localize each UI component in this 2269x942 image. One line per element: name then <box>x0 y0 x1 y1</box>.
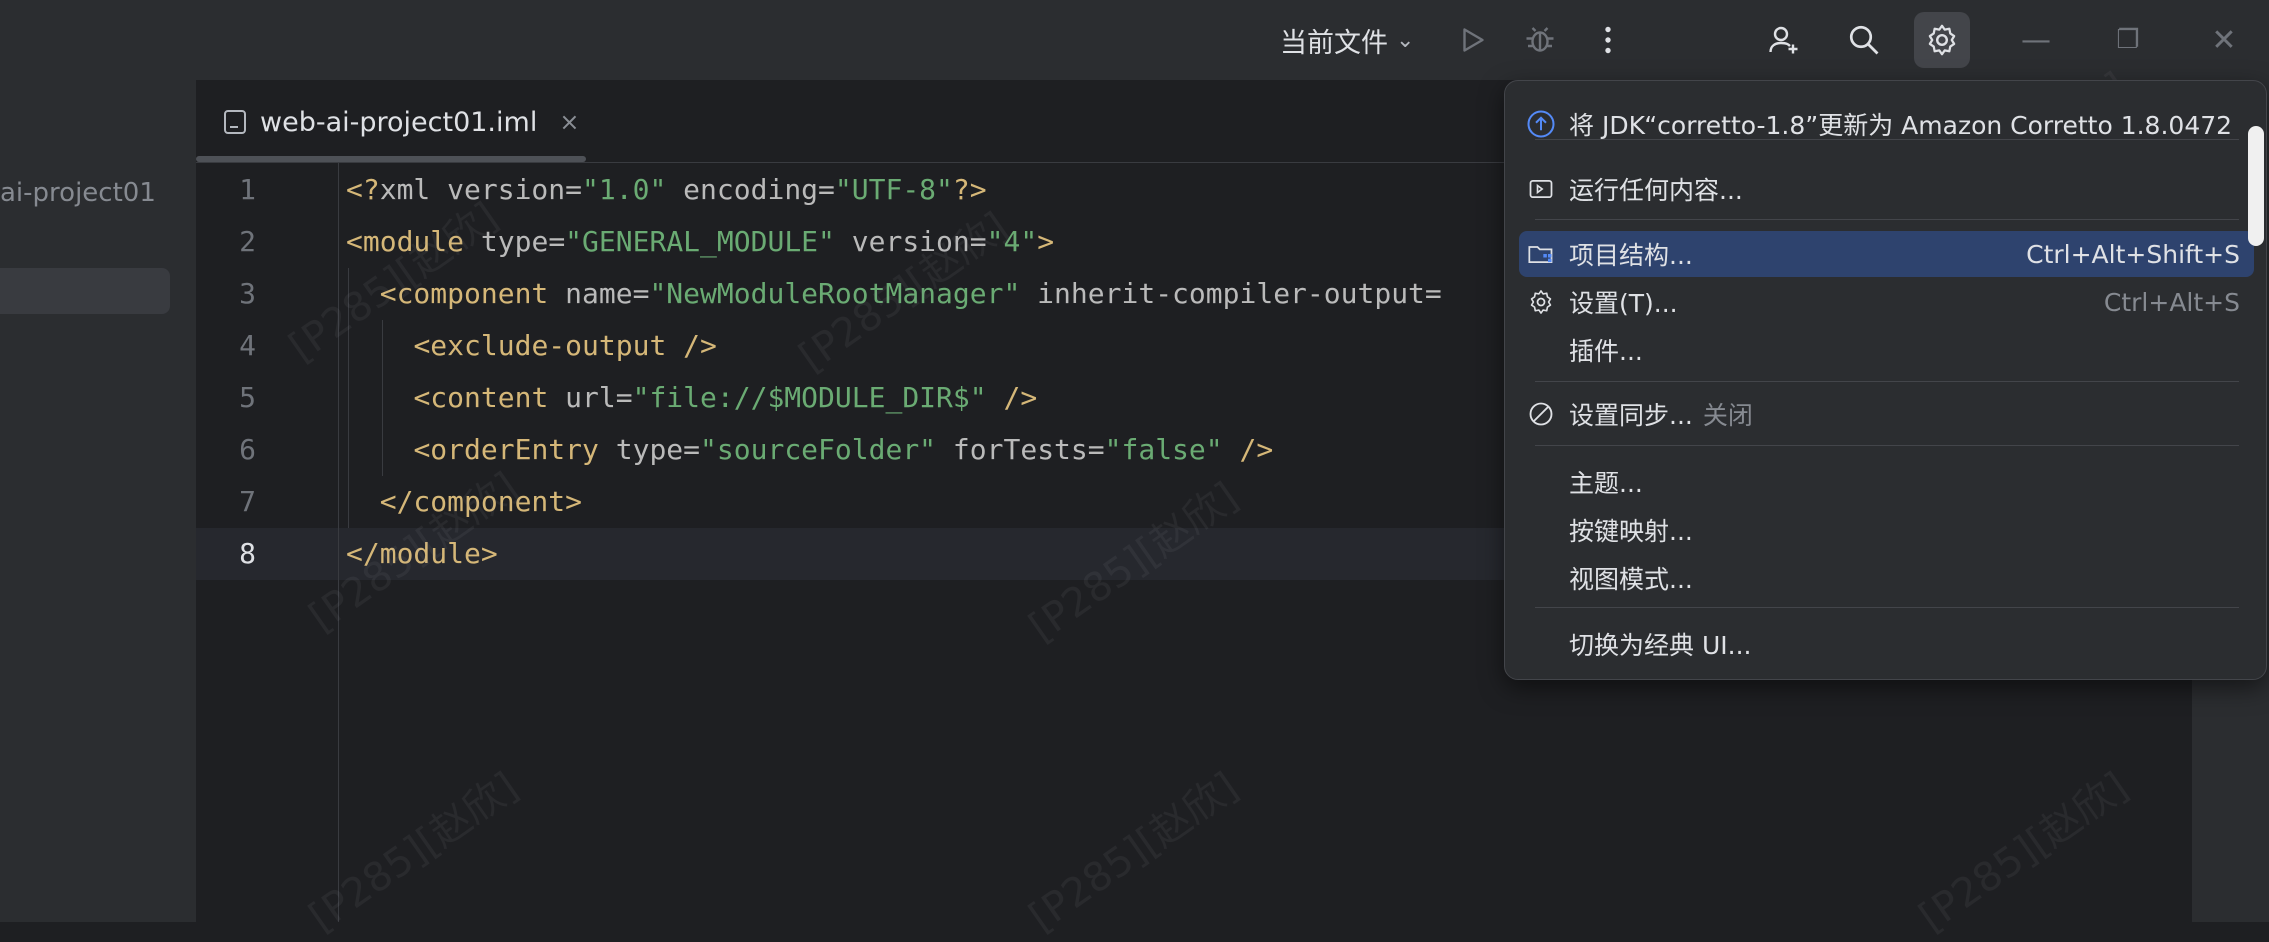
editor-tab[interactable]: web-ai-project01.iml × <box>224 102 579 142</box>
line-number: 1 <box>239 173 256 206</box>
run-anything-icon <box>1521 166 1561 212</box>
tab-close-icon[interactable]: × <box>559 108 579 136</box>
restore-button[interactable]: ❐ <box>2098 14 2158 66</box>
file-icon <box>224 110 246 134</box>
close-button[interactable]: ✕ <box>2194 14 2254 66</box>
chevron-down-icon: ⌄ <box>1396 27 1415 53</box>
line-number: 5 <box>239 381 256 414</box>
line-number: 8 <box>239 537 256 570</box>
menu-item-settings[interactable]: 设置(T)... Ctrl+Alt+S <box>1519 279 2254 325</box>
project-tree-root[interactable]: ai-project01 <box>0 178 156 208</box>
menu-icon-placeholder <box>1521 555 1561 601</box>
indent-guide <box>382 320 383 476</box>
menu-item-run-anything[interactable]: 运行任何内容... <box>1519 166 2254 212</box>
menu-item-project-structure[interactable]: 项目结构... Ctrl+Alt+Shift+S <box>1519 231 2254 277</box>
project-structure-icon <box>1521 231 1561 277</box>
line-number: 3 <box>239 277 256 310</box>
menu-item-shortcut: Ctrl+Alt+Shift+S <box>2026 239 2240 269</box>
more-vertical-icon[interactable] <box>1580 12 1636 68</box>
menu-icon-placeholder <box>1521 327 1561 373</box>
code-text: <content url="file://$MODULE_DIR$" /> <box>413 381 1038 414</box>
menu-icon-placeholder <box>1521 621 1561 667</box>
menu-item-keymap[interactable]: 按键映射... <box>1519 507 2254 553</box>
line-number: 4 <box>239 329 256 362</box>
menu-item-label: 主题... <box>1569 469 1643 498</box>
debug-icon[interactable] <box>1512 12 1568 68</box>
menu-item-update-jdk[interactable]: 将 JDK“corretto-1.8”更新为 Amazon Corretto 1… <box>1519 101 2254 147</box>
menu-item-label: 视图模式... <box>1569 565 1693 594</box>
run-configuration-selector[interactable]: 当前文件 ⌄ <box>1280 18 1414 62</box>
menu-item-label: 设置同步... <box>1569 401 1693 430</box>
menu-item-theme[interactable]: 主题... <box>1519 459 2254 505</box>
code-text: <orderEntry type="sourceFolder" forTests… <box>413 433 1274 466</box>
search-icon[interactable] <box>1836 12 1892 68</box>
menu-item-plugins[interactable]: 插件... <box>1519 327 2254 373</box>
project-tool-window: ai-project01 <box>0 80 196 922</box>
menu-scrollbar-thumb[interactable] <box>2248 126 2264 246</box>
menu-item-label: 运行任何内容... <box>1569 176 1743 205</box>
menu-item-label: 设置(T)... <box>1569 289 1678 318</box>
line-number: 2 <box>239 225 256 258</box>
code-text: </component> <box>379 485 583 518</box>
menu-separator <box>1535 445 2239 446</box>
add-user-icon[interactable] <box>1756 12 1812 68</box>
menu-separator <box>1535 607 2239 608</box>
code-text: <?xml version="1.0" encoding="UTF-8"?> <box>346 173 987 206</box>
run-configuration-label: 当前文件 <box>1280 27 1388 59</box>
code-text: <exclude-output /> <box>413 329 717 362</box>
menu-item-label: 插件... <box>1569 337 1643 366</box>
settings-menu: 将 JDK“corretto-1.8”更新为 Amazon Corretto 1… <box>1504 80 2267 680</box>
menu-item-view-mode[interactable]: 视图模式... <box>1519 555 2254 601</box>
menu-icon-placeholder <box>1521 507 1561 553</box>
sync-disabled-icon <box>1521 391 1561 437</box>
menu-item-label: 按键映射... <box>1569 517 1693 546</box>
title-bar: 当前文件 ⌄ — ❐ ✕ <box>0 0 2269 80</box>
run-icon[interactable] <box>1444 12 1500 68</box>
line-number: 6 <box>239 433 256 466</box>
project-tree-selected-row[interactable] <box>0 268 170 314</box>
code-text: </module> <box>346 537 498 570</box>
tab-scroll-indicator <box>196 156 586 162</box>
gear-icon <box>1521 279 1561 325</box>
menu-separator <box>1535 219 2239 220</box>
code-text: <component name="NewModuleRootManager" i… <box>379 277 1442 310</box>
menu-separator <box>1535 139 2239 140</box>
editor-tab-label: web-ai-project01.iml <box>260 106 538 138</box>
menu-item-label: 将 JDK“corretto-1.8”更新为 Amazon Corretto 1… <box>1569 111 2233 140</box>
menu-item-shortcut: Ctrl+Alt+S <box>2103 287 2240 317</box>
indent-guide <box>348 268 349 528</box>
menu-icon-placeholder <box>1521 459 1561 505</box>
minimize-button[interactable]: — <box>2006 14 2066 66</box>
menu-item-status: 关闭 <box>1702 401 1753 430</box>
menu-item-settings-sync[interactable]: 设置同步... 关闭 <box>1519 391 2254 437</box>
code-text: <module type="GENERAL_MODULE" version="4… <box>346 225 1055 258</box>
update-arrow-icon <box>1521 101 1561 147</box>
gear-icon[interactable] <box>1914 12 1970 68</box>
menu-separator <box>1535 381 2239 382</box>
menu-item-label: 切换为经典 UI... <box>1569 631 1752 660</box>
menu-item-label: 项目结构... <box>1569 241 1693 270</box>
menu-item-switch-classic-ui[interactable]: 切换为经典 UI... <box>1519 621 2254 667</box>
line-number: 7 <box>239 485 256 518</box>
